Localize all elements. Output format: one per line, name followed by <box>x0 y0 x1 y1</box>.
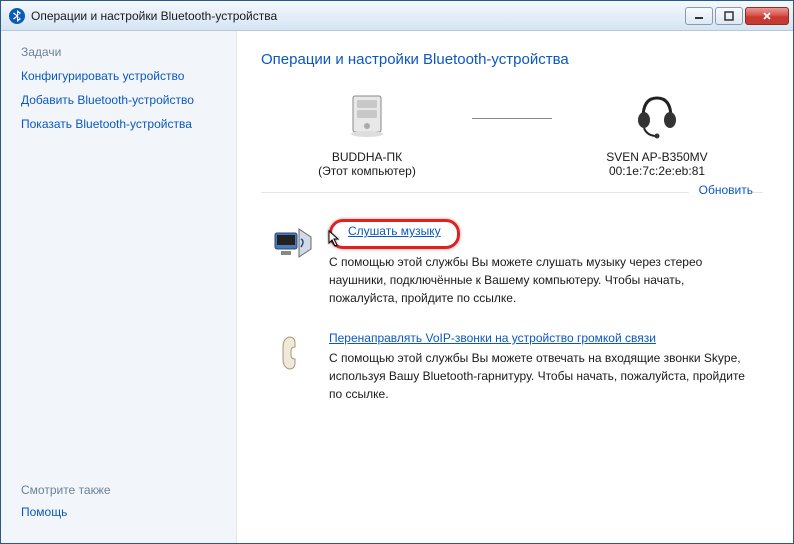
close-button[interactable] <box>745 7 789 25</box>
device-remote-name: SVEN AP-B350MV <box>572 150 742 164</box>
device-local-name: BUDDHA-ПК <box>282 150 452 164</box>
main-content: Операции и настройки Bluetooth-устройств… <box>237 31 793 543</box>
sidebar: Задачи Конфигурировать устройство Добави… <box>1 31 237 543</box>
window-body: Задачи Конфигурировать устройство Добави… <box>1 31 793 543</box>
sidebar-link-add[interactable]: Добавить Bluetooth-устройство <box>21 93 216 107</box>
device-local: BUDDHA-ПК (Этот компьютер) <box>282 88 452 178</box>
refresh-link[interactable]: Обновить <box>689 183 753 197</box>
window: Операции и настройки Bluetooth-устройств… <box>0 0 794 544</box>
device-remote: SVEN AP-B350MV 00:1e:7c:2e:eb:81 <box>572 88 742 178</box>
headset-icon <box>629 88 685 144</box>
sidebar-link-configure[interactable]: Конфигурировать устройство <box>21 69 216 83</box>
sidebar-link-help[interactable]: Помощь <box>21 505 216 519</box>
refresh-row: Обновить <box>261 192 763 213</box>
titlebar: Операции и настройки Bluetooth-устройств… <box>1 1 793 31</box>
computer-icon <box>339 88 395 144</box>
voip-service-icon <box>271 331 315 375</box>
see-also-heading: Смотрите также <box>21 483 216 497</box>
device-local-sub: (Этот компьютер) <box>282 164 452 178</box>
page-title: Операции и настройки Bluetooth-устройств… <box>261 51 763 68</box>
connection-line <box>472 118 552 119</box>
window-title: Операции и настройки Bluetooth-устройств… <box>31 9 685 23</box>
bluetooth-icon <box>9 8 25 24</box>
tasks-heading: Задачи <box>21 45 216 59</box>
device-remote-mac: 00:1e:7c:2e:eb:81 <box>572 164 742 178</box>
maximize-button[interactable] <box>715 7 743 25</box>
sidebar-link-show[interactable]: Показать Bluetooth-устройства <box>21 117 216 131</box>
minimize-button[interactable] <box>685 7 713 25</box>
service-voip-desc: С помощью этой службы Вы можете отвечать… <box>329 349 753 403</box>
service-music-link[interactable]: Слушать музыку <box>348 224 441 238</box>
service-voip: Перенаправлять VoIP-звонки на устройство… <box>261 325 763 421</box>
service-music-desc: С помощью этой службы Вы можете слушать … <box>329 253 753 307</box>
service-music: Слушать музыку С помощью этой службы Вы … <box>261 213 763 325</box>
service-voip-link[interactable]: Перенаправлять VoIP-звонки на устройство… <box>329 331 656 345</box>
highlight-annotation: Слушать музыку <box>329 219 460 249</box>
devices-row: BUDDHA-ПК (Этот компьютер) SVE <box>282 88 742 178</box>
music-service-icon <box>271 219 315 263</box>
window-controls <box>685 7 789 25</box>
